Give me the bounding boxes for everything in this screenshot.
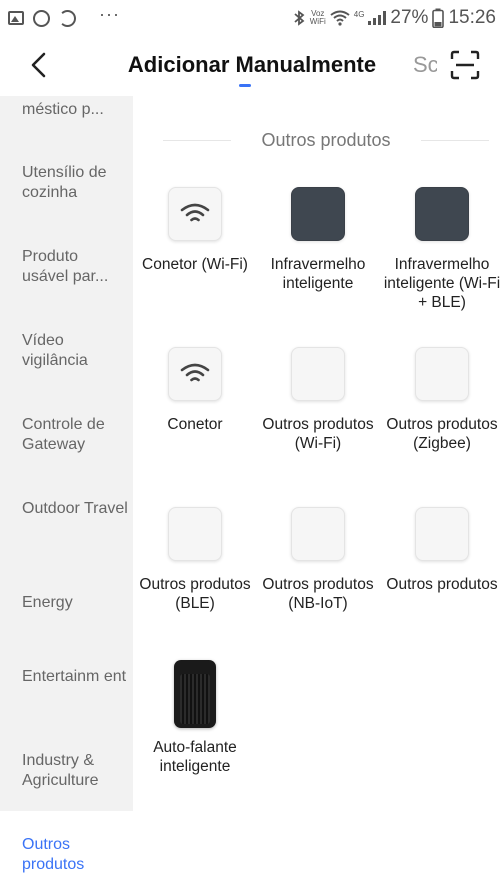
bluetooth-icon [294, 10, 305, 26]
product-name: Outros produtos [386, 576, 498, 593]
product-outros-ble[interactable]: Outros produtos (BLE) [135, 507, 255, 613]
app-header: Adicionar Manualmente Sc [0, 36, 504, 96]
ir-blaster-icon [415, 187, 469, 241]
section-header: Outros produtos [163, 130, 489, 152]
smart-speaker-icon [174, 660, 216, 728]
category-sidebar[interactable]: méstico p... Utensílio de cozinha Produt… [0, 96, 133, 896]
generic-device-icon [415, 347, 469, 401]
sidebar-item-outros-produtos[interactable]: Outros produtos [22, 835, 128, 875]
sidebar-item-domestico[interactable]: méstico p... [22, 100, 128, 120]
product-name: Auto-falante inteligente [153, 739, 237, 775]
generic-device-icon [415, 507, 469, 561]
product-name: Conetor [167, 416, 223, 433]
clock: 15:26 [448, 7, 496, 28]
product-name: Conetor (Wi-Fi) [142, 256, 248, 273]
sync-notification-icon [59, 9, 76, 27]
network-type-label: 4G [353, 10, 365, 19]
product-name: Outros produtos (Zigbee) [386, 416, 498, 452]
sidebar-item-utensilio-de-cozinha[interactable]: Utensílio de cozinha [22, 163, 128, 203]
product-auto-falante[interactable]: Auto-falante inteligente [135, 660, 255, 776]
generic-device-icon [168, 507, 222, 561]
product-outros-zigbee[interactable]: Outros produtos (Zigbee) [382, 347, 502, 453]
generic-device-icon [291, 347, 345, 401]
product-infravermelho-inteligente[interactable]: Infravermelho inteligente [258, 187, 378, 293]
sidebar-item-industry-agriculture[interactable]: Industry & Agriculture [22, 751, 128, 791]
product-name: Outros produtos (NB-IoT) [262, 576, 374, 612]
circle-notification-icon [33, 9, 50, 27]
product-infravermelho-wifi-ble[interactable]: Infravermelho inteligente (Wi-Fi + BLE) [382, 187, 502, 312]
product-name: Infravermelho inteligente (Wi-Fi + BLE) [383, 256, 501, 311]
wifi-signal-icon [330, 10, 350, 26]
product-outros[interactable]: Outros produtos [382, 507, 502, 594]
divider [421, 140, 489, 141]
image-notification-icon [8, 11, 24, 25]
title-indicator [239, 84, 251, 87]
sidebar-item-produto-usavel[interactable]: Produto usável par... [22, 247, 128, 287]
sidebar-item-entertainment[interactable]: Entertainm ent [22, 667, 128, 687]
product-name: Outros produtos (BLE) [139, 576, 251, 612]
ir-blaster-icon [291, 187, 345, 241]
search-button[interactable]: Sc [413, 52, 437, 78]
status-bar: ··· Voz WiFi 4G 27% 15:26 [0, 0, 504, 36]
generic-device-icon [291, 507, 345, 561]
product-name: Outros produtos (Wi-Fi) [262, 416, 374, 452]
product-conetor-wifi[interactable]: Conetor (Wi-Fi) [135, 187, 255, 274]
wifi-icon [168, 347, 222, 401]
cell-signal-icon [368, 11, 387, 25]
sidebar-item-video-vigilancia[interactable]: Vídeo vigilância [22, 331, 128, 371]
sidebar-item-energy[interactable]: Energy [22, 593, 128, 613]
battery-level: 27% [390, 7, 429, 28]
volte-label: Voz WiFi [309, 9, 326, 26]
battery-icon [432, 8, 445, 28]
product-outros-nb-iot[interactable]: Outros produtos (NB-IoT) [258, 507, 378, 613]
sidebar-item-controle-de-gateway[interactable]: Controle de Gateway [22, 415, 128, 455]
product-name: Infravermelho inteligente [270, 256, 366, 292]
product-conetor[interactable]: Conetor [135, 347, 255, 434]
scan-qr-icon[interactable] [450, 50, 480, 80]
product-list: Outros produtos Conetor (Wi-Fi) Infraver… [133, 96, 504, 896]
more-notifications-icon: ··· [99, 3, 120, 24]
product-outros-wifi[interactable]: Outros produtos (Wi-Fi) [258, 347, 378, 453]
sidebar-item-outdoor-travel[interactable]: Outdoor Travel [22, 499, 128, 519]
wifi-icon [168, 187, 222, 241]
